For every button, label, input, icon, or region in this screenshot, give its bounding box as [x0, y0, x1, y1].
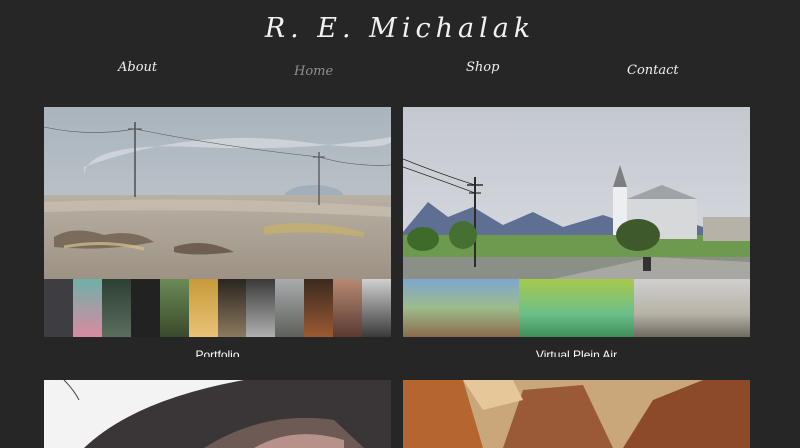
thumbnail[interactable]	[362, 279, 391, 337]
plein-air-thumbnails	[403, 279, 750, 337]
canyon-painting	[403, 380, 750, 448]
portfolio-card[interactable]: Portfolio	[44, 107, 391, 357]
plein-air-caption[interactable]: Virtual Plein Air	[403, 348, 750, 357]
thumbnail[interactable]	[403, 279, 519, 337]
portfolio-caption[interactable]: Portfolio	[44, 348, 391, 357]
thumbnail[interactable]	[246, 279, 276, 337]
nav-shop[interactable]: Shop	[466, 60, 499, 75]
nav-home[interactable]: Home	[294, 64, 333, 79]
figure-painting	[44, 380, 391, 448]
thumbnail[interactable]	[188, 279, 218, 337]
portfolio-hero-painting[interactable]	[44, 107, 391, 279]
thumbnail[interactable]	[130, 279, 160, 337]
thumbnail[interactable]	[72, 279, 102, 337]
thumbnail[interactable]	[101, 279, 131, 337]
figure-painting-card[interactable]	[44, 380, 391, 448]
virtual-plein-air-card[interactable]: Virtual Plein Air	[403, 107, 750, 357]
canyon-painting-card[interactable]	[403, 380, 750, 448]
site-logo[interactable]: R. E. Michalak	[0, 8, 800, 50]
nav-contact[interactable]: Contact	[627, 63, 679, 78]
thumbnail[interactable]	[634, 279, 750, 337]
thumbnail[interactable]	[518, 279, 635, 337]
thumbnail[interactable]	[333, 279, 363, 337]
thumbnail[interactable]	[304, 279, 334, 337]
nav-about[interactable]: About	[118, 60, 157, 75]
thumbnail[interactable]	[275, 279, 305, 337]
thumbnail[interactable]	[159, 279, 189, 337]
thumbnail[interactable]	[217, 279, 247, 337]
plein-air-hero-painting[interactable]	[403, 107, 750, 279]
thumbnail[interactable]	[44, 279, 73, 337]
portfolio-thumbnails	[44, 279, 391, 337]
